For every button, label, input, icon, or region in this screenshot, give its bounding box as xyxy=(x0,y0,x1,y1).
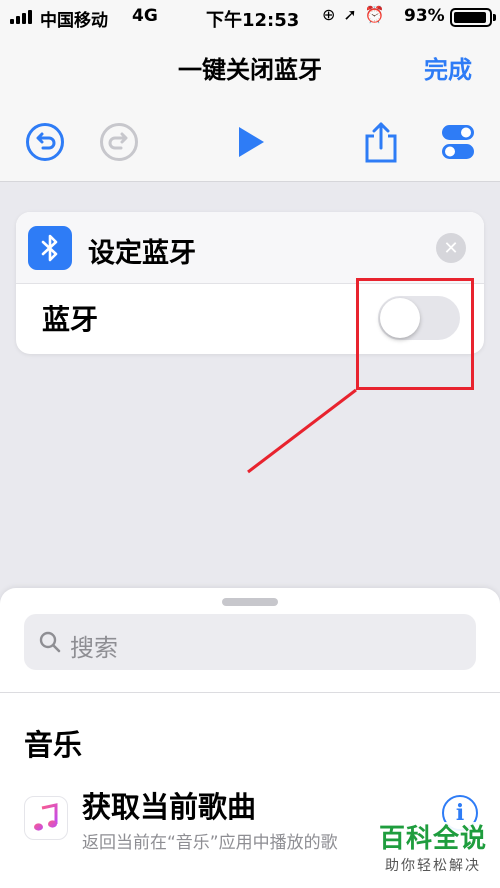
sheet-grabber[interactable] xyxy=(222,598,278,606)
undo-button[interactable] xyxy=(23,120,67,164)
navigation-bar: 一键关闭蓝牙 完成 xyxy=(0,34,500,100)
music-app-icon xyxy=(24,796,68,840)
redo-icon xyxy=(100,123,138,161)
search-placeholder: 搜索 xyxy=(70,634,118,662)
settings-button[interactable] xyxy=(436,120,480,164)
action-card-header: 设定蓝牙 ✕ xyxy=(16,212,484,284)
watermark: 百科全说 助你轻松解决 xyxy=(370,822,496,884)
search-icon xyxy=(39,631,61,653)
alarm-icon: ⏰ xyxy=(364,5,393,24)
action-title: 设定蓝牙 xyxy=(88,238,196,269)
editor-toolbar xyxy=(0,100,500,182)
done-button[interactable]: 完成 xyxy=(424,50,472,85)
play-icon xyxy=(239,127,264,157)
annotation-highlight-box xyxy=(356,278,474,390)
bluetooth-row-label: 蓝牙 xyxy=(42,303,99,336)
redo-button[interactable] xyxy=(97,120,141,164)
watermark-main: 百科全说 xyxy=(378,824,487,854)
section-title-music: 音乐 xyxy=(24,728,83,762)
bluetooth-icon xyxy=(28,226,72,270)
battery-fill xyxy=(454,12,486,23)
share-icon xyxy=(365,122,397,163)
orientation-lock-icon: ⊕ xyxy=(322,5,344,24)
undo-icon xyxy=(26,123,64,161)
divider xyxy=(0,692,500,693)
run-button[interactable] xyxy=(228,120,272,164)
battery-percent: 93% xyxy=(404,6,445,26)
list-item-title: 获取当前歌曲 xyxy=(82,790,257,824)
network-type: 4G xyxy=(132,6,158,26)
watermark-sub: 助你轻松解决 xyxy=(385,858,481,874)
remove-action-button[interactable]: ✕ xyxy=(436,233,466,263)
status-time: 下午12:53 xyxy=(206,10,300,31)
close-icon: ✕ xyxy=(443,237,459,259)
signal-strength-icon xyxy=(10,10,32,24)
location-icon: ➚ xyxy=(343,5,365,24)
status-bar: 中国移动 4G 下午12:53 ⊕➚⏰ 93% xyxy=(0,0,500,34)
search-field[interactable]: 搜索 xyxy=(24,614,476,670)
carrier-name: 中国移动 xyxy=(40,11,108,31)
battery-icon xyxy=(450,8,496,27)
settings-toggle-icon xyxy=(442,125,474,159)
list-item-subtitle: 返回当前在“音乐”应用中播放的歌 xyxy=(82,833,338,853)
status-icons: ⊕➚⏰ xyxy=(322,5,393,24)
share-button[interactable] xyxy=(359,120,403,164)
